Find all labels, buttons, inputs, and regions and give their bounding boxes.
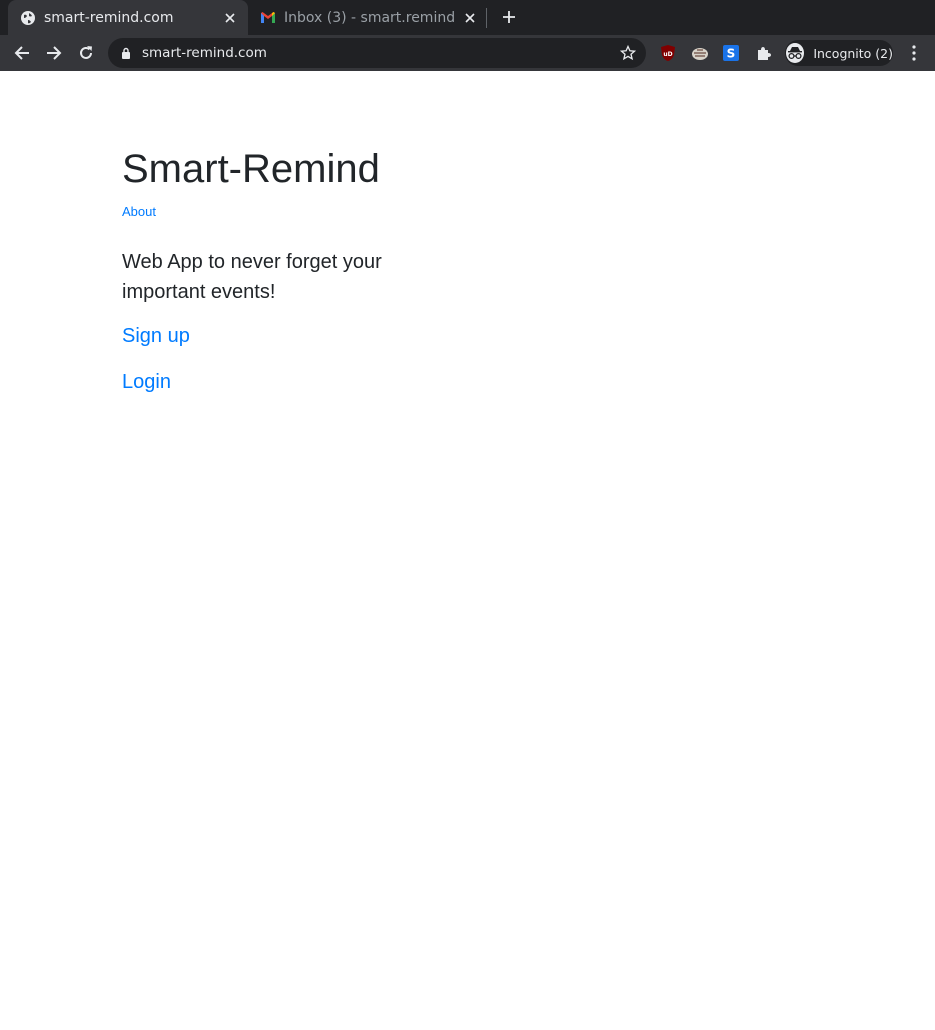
incognito-icon xyxy=(786,43,805,63)
forward-button[interactable] xyxy=(42,41,66,65)
address-bar[interactable]: smart-remind.com xyxy=(108,38,646,68)
forward-arrow-icon xyxy=(47,46,62,60)
close-tab-icon[interactable] xyxy=(222,10,238,26)
bookmark-star-icon[interactable] xyxy=(620,45,636,61)
extensions-puzzle-icon[interactable] xyxy=(755,44,773,62)
back-arrow-icon xyxy=(14,46,29,60)
tab-title: smart-remind.com xyxy=(44,9,174,26)
tab-divider xyxy=(486,8,487,28)
tab-title: Inbox (3) - smart.remind.c xyxy=(284,9,456,26)
kebab-menu-icon xyxy=(912,45,916,61)
lock-icon[interactable] xyxy=(120,46,132,60)
url-text: smart-remind.com xyxy=(142,45,267,61)
page-title: Smart-Remind xyxy=(122,147,380,191)
page-content: Smart-Remind About Web App to never forg… xyxy=(0,71,935,1030)
svg-text:S: S xyxy=(727,47,736,61)
reload-button[interactable] xyxy=(74,41,98,65)
s-extension-icon[interactable]: S xyxy=(722,44,740,62)
incognito-label: Incognito (2) xyxy=(813,45,893,61)
tab-strip: smart-remind.com Inbox (3) - smart.remin… xyxy=(0,0,935,35)
browser-chrome: smart-remind.com Inbox (3) - smart.remin… xyxy=(0,0,935,71)
gmail-icon xyxy=(260,10,276,26)
reload-icon xyxy=(80,46,92,59)
back-button[interactable] xyxy=(10,41,34,65)
new-tab-button[interactable] xyxy=(498,6,520,28)
browser-menu-button[interactable] xyxy=(905,44,923,62)
about-link[interactable]: About xyxy=(122,204,156,219)
tab-inbox[interactable]: Inbox (3) - smart.remind.c xyxy=(248,0,488,35)
signup-link[interactable]: Sign up xyxy=(122,325,190,348)
incognito-button[interactable]: Incognito (2) xyxy=(785,40,893,66)
login-link[interactable]: Login xyxy=(122,371,171,394)
tagline: Web App to never forget your important e… xyxy=(122,251,382,303)
close-tab-icon[interactable] xyxy=(462,10,478,26)
tampermonkey-icon[interactable] xyxy=(691,44,709,62)
browser-toolbar: smart-remind.com uD S Incognito (2) xyxy=(0,35,935,71)
ublock-origin-icon[interactable]: uD xyxy=(659,44,677,62)
tab-smart-remind[interactable]: smart-remind.com xyxy=(8,0,248,35)
svg-text:uD: uD xyxy=(663,51,672,58)
globe-icon xyxy=(20,10,36,26)
